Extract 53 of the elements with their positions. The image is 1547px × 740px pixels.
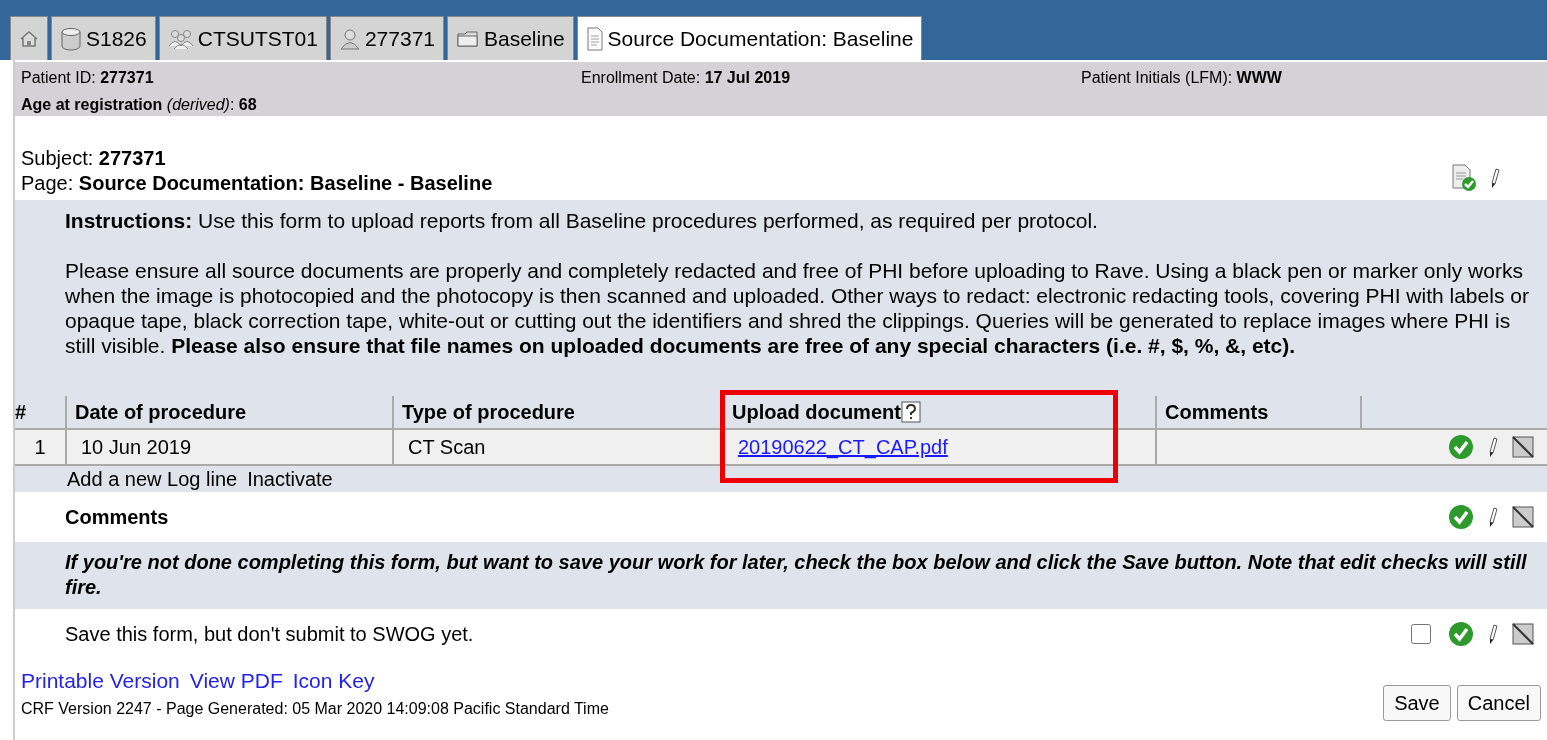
people-icon [167, 27, 194, 50]
crossed-image-icon[interactable] [1511, 435, 1535, 459]
tab[interactable]: Baseline [447, 16, 574, 60]
tab[interactable]: 277371 [329, 16, 444, 60]
tab[interactable]: Source Documentation: Baseline [576, 16, 923, 60]
person-icon [338, 27, 361, 50]
tab[interactable]: S1826 [51, 16, 156, 60]
instructions-text: Instructions: Use this form to upload reports from all Baseline procedures performed, as required per protocol. [65, 208, 1099, 233]
pencil-icon[interactable] [1489, 167, 1501, 189]
column-header: Upload document [722, 396, 1155, 428]
tab[interactable]: CTSUTST01 [158, 16, 327, 60]
column-header: # [15, 400, 28, 425]
pencil-icon[interactable] [1487, 506, 1499, 528]
save-note: If you're not done completing this form, but want to save your work for later, check the box below and click the Save button. Note that edit checks will still fire. [65, 550, 1528, 600]
comments-label: Comments [65, 505, 169, 530]
log-line-action[interactable]: Add a new Log line [67, 464, 238, 494]
form-button[interactable]: Cancel [1456, 684, 1541, 721]
table-cell: 10 Jun 2019 [65, 430, 392, 464]
column-header: Comments [1155, 396, 1360, 428]
footer-link[interactable]: Printable Version [21, 665, 180, 697]
page-label: Page: Source Documentation: Baseline - Baseline [21, 171, 493, 196]
cylinder-icon [60, 26, 82, 51]
page-generated-info: CRF Version 2247 - Page Generated: 05 Mar 2020 14:09:08 Pacific Standard Time [21, 698, 609, 719]
subject-label: Subject: 277371 [21, 146, 166, 171]
table-cell: CT Scan [392, 430, 722, 464]
table-cell-text: 1 [33, 435, 47, 460]
instructions-paragraph: Please ensure all source documents are properly and completely redacted and free of PHI before uploading to Rave. Using a black pen or marker only works when the image is photocopied and the photocopy is then scanned and uploaded. Other ways to redact: electronic redacting tools, covering PHI with labels or opaque tape, black correction tape, white-out or cutting out the identifiers and shred the clippings. Queries will be generated to replace images where PHI is still visible. Please also ensure that file names on uploaded documents are free of any special characters (i.e. #, $, %, &, etc). [65, 258, 1530, 358]
save-later-checkbox[interactable] [1411, 624, 1431, 644]
footer-link[interactable]: View PDF [189, 665, 283, 697]
crossed-image-icon[interactable] [1511, 622, 1535, 646]
pencil-icon[interactable] [1487, 436, 1499, 458]
folder-icon [456, 28, 480, 49]
log-line-action[interactable]: Inactivate [247, 464, 333, 494]
form-button[interactable]: Save [1383, 684, 1451, 721]
patient-id: Patient ID: 277371 [21, 68, 155, 88]
check-icon[interactable] [1447, 503, 1475, 531]
pencil-icon[interactable] [1487, 623, 1499, 645]
check-icon[interactable] [1447, 433, 1475, 461]
save-later-label: Save this form, but don't submit to SWOG yet. [65, 622, 474, 647]
age-at-registration: Age at registration (derived): 68 [21, 95, 257, 115]
enrollment-date: Enrollment Date: 17 Jul 2019 [581, 68, 792, 88]
footer-link[interactable]: Icon Key [292, 665, 375, 697]
house-icon [19, 29, 39, 48]
document-check-icon[interactable] [1451, 164, 1477, 192]
crossed-image-icon[interactable] [1511, 505, 1535, 529]
column-header: Type of procedure [392, 396, 722, 428]
document-link[interactable]: 20190622_CT_CAP.pdf [738, 432, 948, 462]
check-icon[interactable] [1447, 620, 1475, 648]
document-icon [585, 26, 604, 51]
column-header: Date of procedure [65, 396, 392, 428]
tab[interactable] [10, 16, 48, 60]
help-icon[interactable] [900, 401, 921, 423]
patient-initials: Patient Initials (LFM): WWW [1081, 68, 1282, 88]
